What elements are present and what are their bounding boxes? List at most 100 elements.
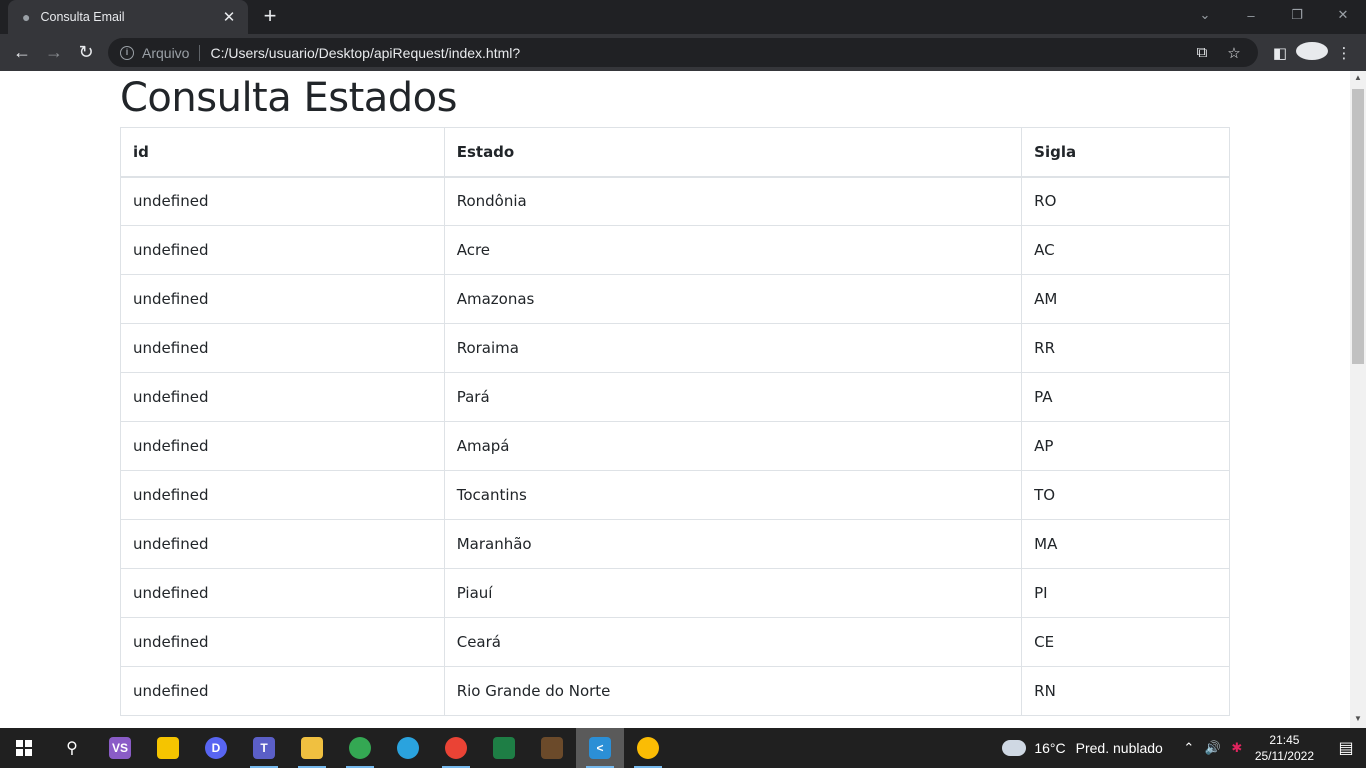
taskbar-apps: VS D T < [96,728,672,768]
restore-button[interactable]: ❐ [1274,0,1320,30]
tab-search-icon[interactable]: ⌄ [1182,0,1228,30]
taskbar-app-sticky-notes[interactable] [144,728,192,768]
url-text[interactable]: C:/Users/usuario/Desktop/apiRequest/inde… [210,45,520,61]
forward-button[interactable]: → [38,39,70,67]
taskbar-app-chrome-profile[interactable] [336,728,384,768]
cell-sigla: CE [1021,617,1230,667]
cell-estado: Amapá [443,421,1023,471]
bookmark-star-icon[interactable]: ☆ [1218,44,1250,62]
cell-estado: Roraima [443,323,1023,373]
address-bar[interactable]: i Arquivo C:/Users/usuario/Desktop/apiRe… [108,38,1258,67]
browser-tab-bar: ● Consulta Email ✕ + ⌄ – ❐ ✕ [0,0,1366,34]
cell-sigla: MA [1021,519,1230,569]
cell-id: undefined [120,225,445,275]
browser-tab[interactable]: ● Consulta Email ✕ [8,0,248,34]
file-explorer-icon [301,737,323,759]
scroll-down-arrow-icon[interactable]: ▼ [1350,714,1366,726]
tab-title: Consulta Email [40,10,125,24]
chrome-icon [637,737,659,759]
start-button[interactable] [0,728,48,768]
window-controls: ⌄ – ❐ ✕ [1182,0,1366,34]
table-row: undefined Tocantins TO [120,470,1230,520]
table-row: undefined Pará PA [120,372,1230,422]
telegram-icon [397,737,419,759]
app-tray-icon[interactable]: ✱ [1225,740,1249,756]
taskbar-app-telegram[interactable] [384,728,432,768]
cell-estado: Rondônia [443,176,1023,226]
share-icon[interactable]: ⧉ [1186,44,1218,61]
taskbar-app-teams[interactable]: T [240,728,288,768]
cell-estado: Amazonas [443,274,1023,324]
address-divider [199,44,201,61]
table-row: undefined Rondônia RO [120,176,1230,226]
cell-id: undefined [120,274,445,324]
vscode-icon: < [589,737,611,759]
clock-time: 21:45 [1269,733,1300,747]
profile-icon[interactable] [1296,41,1328,64]
cell-estado: Rio Grande do Norte [443,666,1023,716]
taskbar-app-visual-studio[interactable]: VS [96,728,144,768]
notification-center-button[interactable]: ▤ [1326,728,1366,768]
taskbar-app-vscode[interactable]: < [576,728,624,768]
taskbar-app-spreadsheet-app[interactable] [480,728,528,768]
close-window-button[interactable]: ✕ [1320,0,1366,30]
cell-id: undefined [120,176,445,226]
taskbar-app-discord[interactable]: D [192,728,240,768]
cell-estado: Pará [443,372,1023,422]
info-icon[interactable]: i [120,45,134,60]
cloudy-weather-icon [999,734,1027,756]
taskbar-app-file-explorer[interactable] [288,728,336,768]
back-button[interactable]: ← [6,39,38,67]
weather-temp: 16°C [1034,740,1066,756]
windows-taskbar: ⚲ VS D T < 16°C Pred. nublado ⌃ 🔊 ✱ 21:45 2… [0,728,1366,768]
header-sigla: Sigla [1021,127,1230,178]
browser-toolbar: ← → ↻ i Arquivo C:/Users/usuario/Desktop… [0,34,1366,71]
address-scheme-label: Arquivo [142,44,190,61]
teams-icon: T [253,737,275,759]
table-row: undefined Roraima RR [120,323,1230,373]
cell-estado: Maranhão [443,519,1023,569]
sticky-notes-icon [157,737,179,759]
windows-logo-icon [16,740,32,756]
system-tray: 16°C Pred. nublado ⌃ 🔊 ✱ 21:45 25/11/202… [999,728,1366,768]
cell-id: undefined [120,470,445,520]
cell-sigla: AP [1021,421,1230,471]
cell-id: undefined [120,323,445,373]
menu-kebab-icon[interactable]: ⋮ [1328,44,1360,62]
table-row: undefined Acre AC [120,225,1230,275]
cell-id: undefined [120,666,445,716]
clock-date: 25/11/2022 [1254,749,1314,763]
taskbar-app-chrome-profile-2[interactable] [432,728,480,768]
close-tab-icon[interactable]: ✕ [220,8,238,26]
volume-icon[interactable]: 🔊 [1201,740,1225,756]
visual-studio-icon: VS [109,737,131,759]
scroll-up-arrow-icon[interactable]: ▲ [1350,73,1366,85]
cell-sigla: AC [1021,225,1230,275]
taskbar-app-game-app[interactable] [528,728,576,768]
new-tab-button[interactable]: + [258,5,282,29]
scroll-thumb[interactable] [1352,89,1364,364]
table-row: undefined Ceará CE [120,617,1230,667]
cell-sigla: PA [1021,372,1230,422]
side-panel-icon[interactable]: ◧ [1264,44,1296,62]
header-id: id [120,127,445,178]
cell-sigla: RR [1021,323,1230,373]
cell-estado: Piauí [443,568,1023,618]
page-viewport: Consulta Estados id Estado Sigla undefin… [0,71,1350,728]
search-button[interactable]: ⚲ [48,728,96,768]
weather-desc: Pred. nublado [1075,740,1163,756]
table-row: undefined Amapá AP [120,421,1230,471]
page-scrollbar[interactable]: ▲ ▼ [1350,71,1366,728]
weather-widget[interactable]: 16°C Pred. nublado [999,734,1163,756]
cell-id: undefined [120,617,445,667]
clock[interactable]: 21:45 25/11/2022 [1255,732,1314,764]
header-estado: Estado [443,127,1023,178]
chevron-up-icon[interactable]: ⌃ [1177,740,1201,756]
taskbar-app-chrome[interactable] [624,728,672,768]
cell-id: undefined [120,421,445,471]
globe-icon: ● [22,9,31,25]
chrome-profile-2-icon [445,737,467,759]
cell-sigla: RO [1021,176,1230,226]
minimize-button[interactable]: – [1228,0,1274,30]
reload-button[interactable]: ↻ [70,39,102,67]
